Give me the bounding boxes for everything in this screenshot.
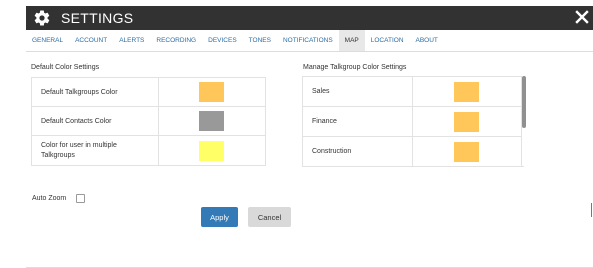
table-row: Construction xyxy=(302,136,523,166)
talkgroup-name: Finance xyxy=(302,106,413,137)
auto-zoom-setting: Auto Zoom xyxy=(32,194,86,203)
tab-general[interactable]: GENERAL xyxy=(26,30,69,51)
manage-talkgroup-color-title: Manage Talkgroup Color Settings xyxy=(303,64,407,71)
talkgroup-color-swatch[interactable] xyxy=(454,141,480,162)
table-row: Default Contacts Color xyxy=(31,106,267,136)
talkgroup-name: Construction xyxy=(302,136,413,166)
default-color-table: Default Talkgroups Color Default Contact… xyxy=(31,77,267,166)
talkgroup-color-table: Sales Finance Construction xyxy=(302,76,523,166)
default-contacts-color-swatch[interactable] xyxy=(199,111,225,131)
table-row: Default Talkgroups Color xyxy=(31,77,267,107)
default-talkgroups-color-swatch[interactable] xyxy=(199,82,225,102)
tab-devices[interactable]: DEVICES xyxy=(202,30,243,51)
settings-tab-bar: GENERAL ACCOUNT ALERTS RECORDING DEVICES… xyxy=(26,30,593,52)
talkgroup-list-scrollbar[interactable] xyxy=(522,76,526,128)
auto-zoom-checkbox[interactable] xyxy=(76,194,86,203)
tab-alerts[interactable]: ALERTS xyxy=(113,30,150,51)
list-bottom-divider xyxy=(302,166,524,167)
apply-button[interactable]: Apply xyxy=(201,207,238,227)
table-row: Sales xyxy=(302,76,523,107)
table-row: Finance xyxy=(302,106,523,137)
default-contacts-color-label: Default Contacts Color xyxy=(31,106,159,136)
tab-recording[interactable]: RECORDING xyxy=(150,30,202,51)
resize-edge-marker xyxy=(591,203,592,217)
talkgroup-color-swatch[interactable] xyxy=(454,111,480,132)
tab-notifications[interactable]: NOTIFICATIONS xyxy=(277,30,339,51)
tab-location[interactable]: LOCATION xyxy=(365,30,410,51)
default-talkgroups-color-label: Default Talkgroups Color xyxy=(31,77,159,107)
settings-title-bar: SETTINGS xyxy=(26,6,593,30)
map-settings-panel: Default Color Settings Default Talkgroup… xyxy=(26,52,593,268)
dialog-title: SETTINGS xyxy=(61,10,134,26)
tab-map[interactable]: MAP xyxy=(338,30,365,51)
tab-tones[interactable]: TONES xyxy=(243,30,277,51)
default-color-settings-title: Default Color Settings xyxy=(31,64,100,71)
close-icon[interactable] xyxy=(573,8,591,26)
talkgroup-name: Sales xyxy=(302,76,413,107)
tab-account[interactable]: ACCOUNT xyxy=(69,30,113,51)
tab-about[interactable]: ABOUT xyxy=(410,30,444,51)
auto-zoom-label: Auto Zoom xyxy=(32,195,67,202)
gear-icon xyxy=(33,9,51,27)
multiple-talkgroups-color-swatch[interactable] xyxy=(199,140,225,161)
cancel-button[interactable]: Cancel xyxy=(248,207,291,227)
talkgroup-color-list[interactable]: Sales Finance Construction xyxy=(302,76,524,166)
table-row: Color for user in multiple Talkgroups xyxy=(31,135,267,166)
multiple-talkgroups-color-label: Color for user in multiple Talkgroups xyxy=(31,135,159,166)
talkgroup-color-swatch[interactable] xyxy=(454,81,480,102)
